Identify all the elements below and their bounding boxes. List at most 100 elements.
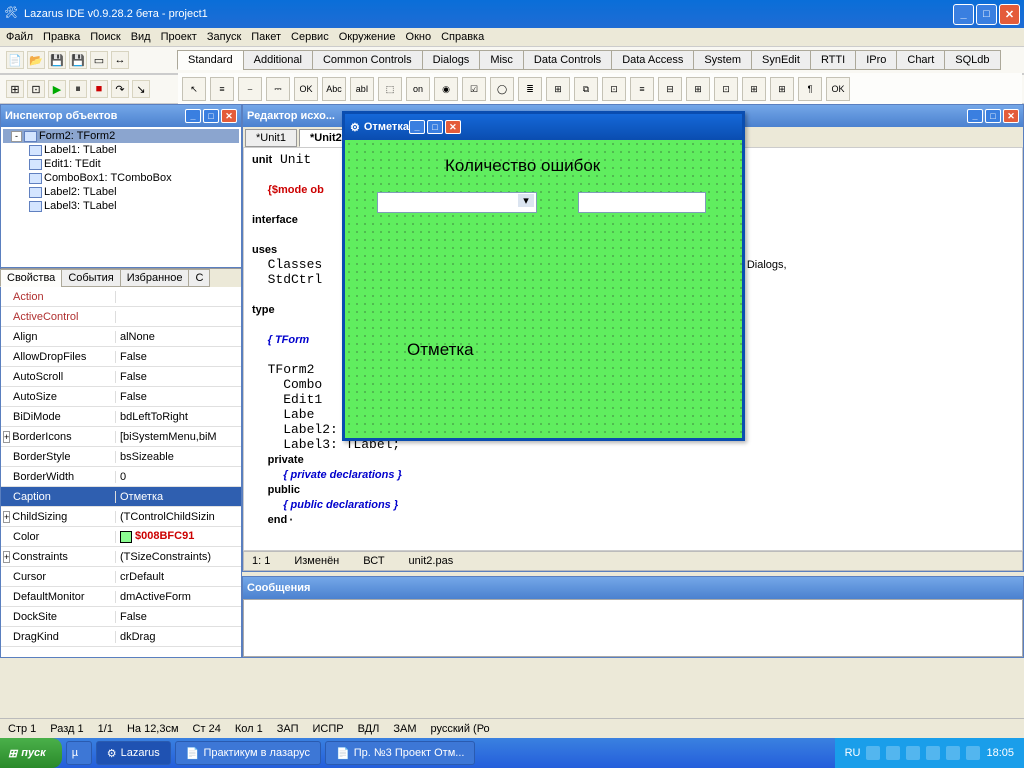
tree-item[interactable]: -Form2: TForm2 [3,129,239,143]
menu-item[interactable]: Поиск [90,31,120,43]
tray-icon[interactable] [906,746,920,760]
palette-item[interactable]: ⊟ [658,77,682,101]
property-row[interactable]: DragKinddkDrag [1,627,241,647]
component-tab[interactable]: Data Access [611,50,694,70]
component-tab[interactable]: SQLdb [944,50,1000,70]
stepinto-icon[interactable]: ↘ [132,80,150,98]
palette-item[interactable]: OK [826,77,850,101]
menu-item[interactable]: Вид [131,31,151,43]
taskbar-item[interactable]: 📄Практикум в лазарус [175,741,321,765]
component-tab[interactable]: Common Controls [312,50,423,70]
tree-item[interactable]: Label2: TLabel [3,185,239,199]
property-row[interactable]: Color$008BFC91 [1,527,241,547]
clock[interactable]: 18:05 [986,747,1014,759]
form-designer-window[interactable]: ⚙ Отметка _ □ ✕ Количество ошибок Отметк… [342,111,745,441]
units-icon[interactable]: ⊞ [6,80,24,98]
form-designer-surface[interactable]: Количество ошибок Отметка [345,140,742,438]
component-tab[interactable]: Standard [177,50,244,70]
menu-item[interactable]: Справка [441,31,484,43]
new-icon[interactable]: 📄 [6,51,24,69]
component-tab[interactable]: Additional [243,50,313,70]
property-row[interactable]: AutoSizeFalse [1,387,241,407]
palette-item[interactable]: ◯ [490,77,514,101]
palette-item[interactable]: ☑ [462,77,486,101]
editor-max-button[interactable]: □ [985,109,1001,123]
property-row[interactable]: AllowDropFilesFalse [1,347,241,367]
edit1[interactable] [578,192,706,213]
component-tab[interactable]: Misc [479,50,524,70]
toggle-icon[interactable]: ↔ [111,51,129,69]
component-tab[interactable]: System [693,50,752,70]
form-max-button[interactable]: □ [427,120,443,134]
component-tab[interactable]: RTTI [810,50,856,70]
newform-icon[interactable]: ▭ [90,51,108,69]
property-row[interactable]: BiDiModebdLeftToRight [1,407,241,427]
property-row[interactable]: AutoScrollFalse [1,367,241,387]
tray-icon[interactable] [886,746,900,760]
taskbar-item[interactable]: 📄Пр. №3 Проект Отм... [325,741,475,765]
tray-icon[interactable] [866,746,880,760]
property-row[interactable]: BorderWidth0 [1,467,241,487]
palette-item[interactable]: ¶ [798,77,822,101]
tray-icon[interactable] [926,746,940,760]
prop-tab[interactable]: События [61,269,120,287]
lang-indicator[interactable]: RU [845,747,861,759]
menu-item[interactable]: Пакет [251,31,281,43]
inspector-max-button[interactable]: □ [203,109,219,123]
form-close-button[interactable]: ✕ [445,120,461,134]
tree-item[interactable]: Edit1: TEdit [3,157,239,171]
palette-item[interactable]: ≣ [518,77,542,101]
component-tab[interactable]: Data Controls [523,50,612,70]
property-row[interactable]: AlignalNone [1,327,241,347]
property-row[interactable]: Action [1,287,241,307]
tray-utorrent[interactable]: µ [66,741,92,765]
taskbar-item[interactable]: ⚙Lazarus [96,741,171,765]
property-row[interactable]: CursorcrDefault [1,567,241,587]
prop-tab[interactable]: Избранное [120,269,190,287]
label1[interactable]: Количество ошибок [445,156,600,176]
palette-item[interactable]: Abc [322,77,346,101]
palette-item[interactable]: ⊡ [714,77,738,101]
palette-item[interactable]: OK [294,77,318,101]
tree-item[interactable]: Label3: TLabel [3,199,239,213]
property-row[interactable]: +Constraints(TSizeConstraints) [1,547,241,567]
property-row[interactable]: BorderStylebsSizeable [1,447,241,467]
menu-item[interactable]: Проект [161,31,197,43]
component-tab[interactable]: IPro [855,50,897,70]
menu-item[interactable]: Запуск [207,31,241,43]
pause-icon[interactable]: ⏸ [69,80,87,98]
menu-item[interactable]: Файл [6,31,33,43]
stepover-icon[interactable]: ↷ [111,80,129,98]
palette-item[interactable]: ⊞ [546,77,570,101]
palette-item[interactable]: ⎯ [238,77,262,101]
palette-item[interactable]: ≡ [630,77,654,101]
maximize-button[interactable]: □ [976,4,997,25]
run-icon[interactable]: ▶ [48,80,66,98]
property-grid[interactable]: ActionActiveControlAlignalNoneAllowDropF… [1,287,241,657]
palette-item[interactable]: on [406,77,430,101]
prop-tab[interactable]: С [188,269,210,287]
tray-icon[interactable] [946,746,960,760]
editor-close-button[interactable]: ✕ [1003,109,1019,123]
inspector-min-button[interactable]: _ [185,109,201,123]
property-row[interactable]: ActiveControl [1,307,241,327]
palette-item[interactable]: ⎓ [266,77,290,101]
palette-item[interactable]: abI [350,77,374,101]
component-tree[interactable]: -Form2: TForm2Label1: TLabelEdit1: TEdit… [1,127,241,267]
component-tab[interactable]: Chart [896,50,945,70]
form-min-button[interactable]: _ [409,120,425,134]
open-icon[interactable]: 📂 [27,51,45,69]
forms-icon[interactable]: ⊡ [27,80,45,98]
menu-item[interactable]: Окружение [339,31,396,43]
palette-item[interactable]: ⊞ [686,77,710,101]
menu-item[interactable]: Правка [43,31,80,43]
form-titlebar[interactable]: ⚙ Отметка _ □ ✕ [345,114,742,140]
component-tab[interactable]: SynEdit [751,50,811,70]
prop-tab[interactable]: Свойства [0,269,62,287]
property-row[interactable]: +ChildSizing(TControlChildSizin [1,507,241,527]
start-button[interactable]: ⊞ пуск [0,738,62,768]
messages-body[interactable] [243,599,1023,657]
palette-item[interactable]: ◉ [434,77,458,101]
combobox1[interactable] [377,192,537,213]
editor-tab[interactable]: *Unit1 [245,129,297,147]
